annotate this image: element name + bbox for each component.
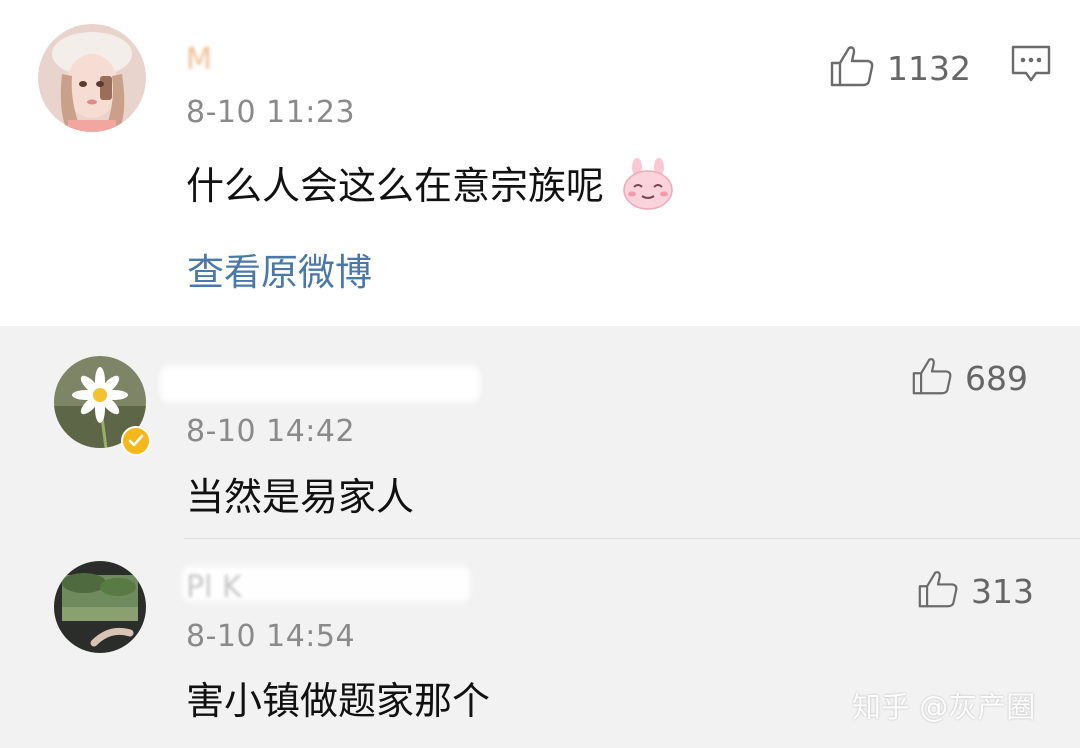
- reply-text: 害小镇做题家那个: [186, 679, 491, 723]
- thumbs-up-icon: [911, 356, 953, 400]
- thumbs-up-icon: [829, 44, 875, 92]
- comment-timestamp: 8-10 11:23: [186, 95, 356, 130]
- comment-bubble-icon[interactable]: [1010, 44, 1052, 88]
- verified-badge-icon: [121, 426, 151, 456]
- bunny-smile-icon: [620, 157, 676, 220]
- main-comment: M 8-10 11:23 什么人会这么在意宗族呢 查看原微博 1132: [0, 0, 1080, 326]
- comment-text-body: 什么人会这么在意宗族呢: [186, 164, 605, 208]
- reply-username[interactable]: Pl K: [186, 570, 242, 605]
- reply-avatar[interactable]: [54, 561, 146, 653]
- username-blur: [184, 44, 544, 80]
- watermark: 知乎 @灰产圈: [852, 690, 1036, 724]
- comment-text: 什么人会这么在意宗族呢: [186, 155, 676, 220]
- thumbs-up-icon: [917, 569, 959, 613]
- like-button[interactable]: 1132: [829, 44, 971, 92]
- reply-text: 当然是易家人: [186, 475, 415, 519]
- reply-timestamp: 8-10 14:42: [186, 414, 356, 449]
- user-avatar[interactable]: [38, 24, 146, 132]
- reply-timestamp: 8-10 14:54: [186, 619, 356, 654]
- username-blur: [160, 366, 480, 402]
- reply-divider: [184, 538, 1080, 539]
- like-count: 1132: [887, 48, 971, 88]
- like-count: 313: [971, 571, 1034, 611]
- like-button[interactable]: 689: [911, 356, 1028, 400]
- like-count: 689: [965, 358, 1028, 398]
- like-button[interactable]: 313: [917, 569, 1034, 613]
- username[interactable]: M: [186, 42, 212, 77]
- view-original-link[interactable]: 查看原微博: [187, 242, 372, 296]
